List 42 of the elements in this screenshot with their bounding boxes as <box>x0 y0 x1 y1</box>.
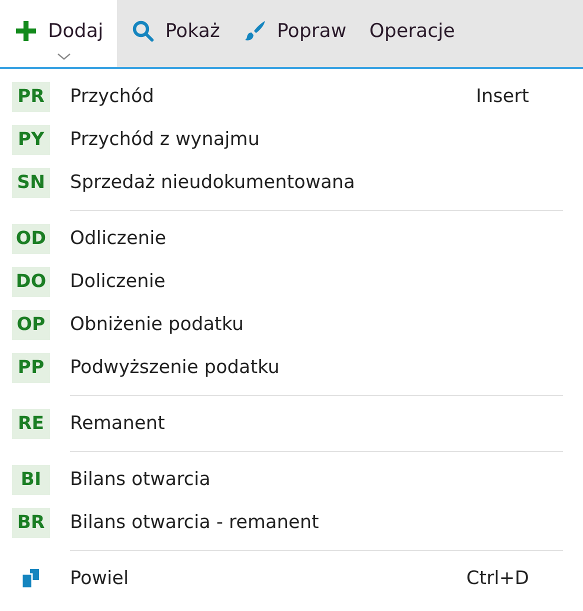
toolbar-button[interactable]: Pokaż <box>117 0 229 67</box>
code-badge: OP <box>12 310 50 340</box>
code-badge: BR <box>12 508 50 538</box>
menu-item[interactable]: PR Przychód Insert <box>0 75 583 118</box>
code-badge: OD <box>12 224 50 254</box>
menu-item[interactable]: PY Przychód z wynajmu <box>0 118 583 161</box>
menu-item[interactable]: OP Obniżenie podatku <box>0 303 583 346</box>
menu-item-label: Obniżenie podatku <box>70 314 245 335</box>
code-badge: BI <box>12 464 50 494</box>
menu-item-label: Odliczenie <box>70 228 168 249</box>
menu-item-label: Przychód z wynajmu <box>70 129 261 150</box>
toolbar-button[interactable]: Dodaj <box>0 0 118 67</box>
menu-item[interactable]: SN Sprzedaż nieudokumentowana <box>0 161 583 204</box>
code-badge: PR <box>12 82 50 112</box>
menu-item[interactable]: OD Odliczenie <box>0 217 583 260</box>
caret-icon <box>57 53 71 61</box>
menu-item[interactable]: PP Podwyższenie podatku <box>0 346 583 389</box>
search-icon <box>131 18 156 42</box>
brush-icon <box>242 18 267 42</box>
toolbar-button[interactable]: Operacje <box>355 0 464 67</box>
menu-item-label: Sprzedaż nieudokumentowana <box>70 172 356 193</box>
code-badge: SN <box>12 168 50 198</box>
menu-item-label: Przychód <box>70 86 156 107</box>
menu-item-label: Podwyższenie podatku <box>70 357 280 378</box>
shortcut-label: Insert <box>476 86 529 107</box>
menu-item-label: Bilans otwarcia - remanent <box>70 512 320 533</box>
plus-icon <box>14 18 38 42</box>
code-badge: DO <box>12 266 50 296</box>
menu-item[interactable]: BR Bilans otwarcia - remanent <box>0 501 583 544</box>
menu-item-label: Doliczenie <box>70 271 166 292</box>
menu-item-label: Powiel <box>70 568 130 589</box>
menu-item[interactable]: BI Bilans otwarcia <box>0 458 583 501</box>
menu-item[interactable]: Powiel Ctrl+D <box>0 557 583 600</box>
code-badge: PY <box>12 124 50 154</box>
menu-item[interactable]: DO Doliczenie <box>0 260 583 303</box>
menu-item[interactable]: RE Remanent <box>0 402 583 445</box>
code-badge: RE <box>12 408 50 438</box>
code-badge: PP <box>12 352 50 382</box>
shortcut-label: Ctrl+D <box>466 568 529 589</box>
toolbar-button[interactable]: Popraw <box>228 0 356 67</box>
menu-item-label: Bilans otwarcia <box>70 469 212 490</box>
menu-item-label: Remanent <box>70 413 166 434</box>
